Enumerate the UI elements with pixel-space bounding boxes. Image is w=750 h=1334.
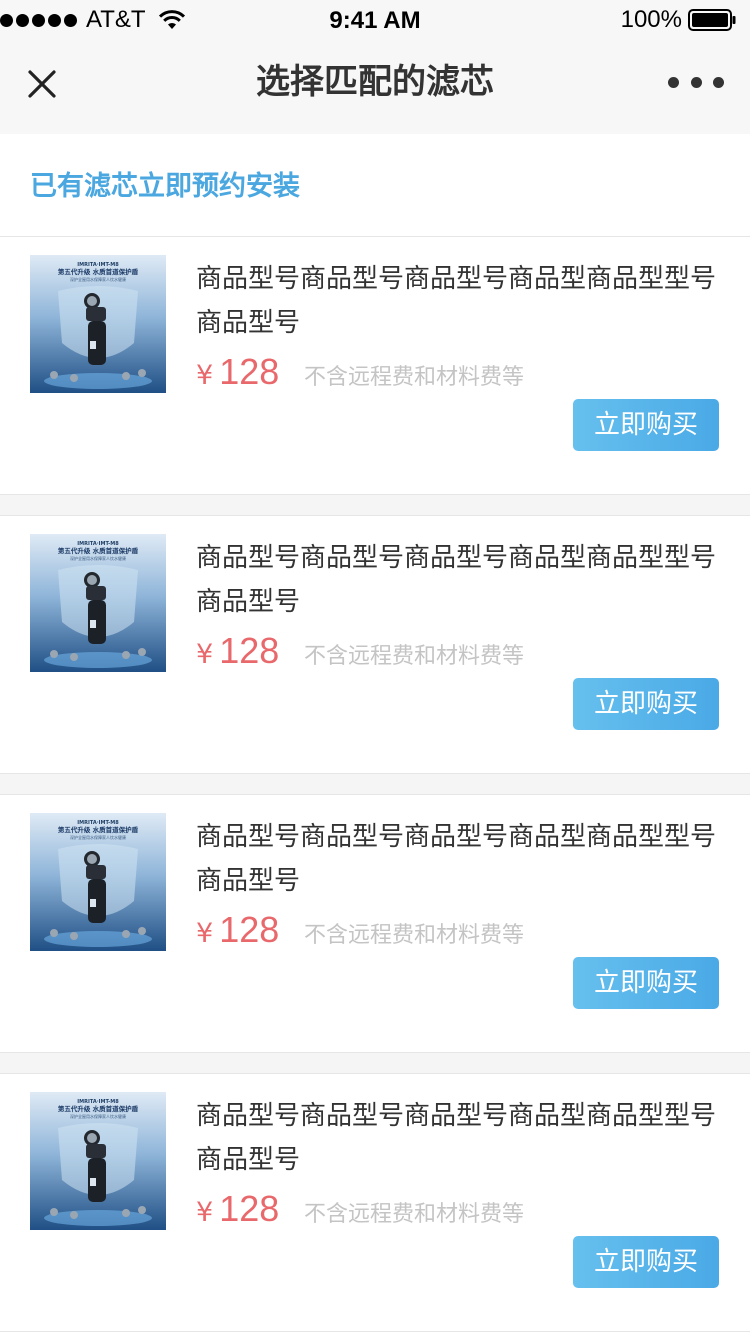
currency-symbol: ¥ [196, 1197, 214, 1228]
currency-symbol: ¥ [196, 360, 214, 391]
booking-section: 已有滤芯立即预约安装 [0, 134, 750, 237]
buy-now-button[interactable]: 立即购买 [573, 1236, 719, 1288]
list-separator [0, 1053, 750, 1074]
product-image[interactable]: IMRITA·IMT-M8 第五代升级 水质首道保护盾 深护全屋用水保障家人饮水… [30, 255, 166, 393]
buy-now-button[interactable]: 立即购买 [573, 678, 719, 730]
product-name[interactable]: 商品型号商品型号商品型号商品型商品型型号商品型号 [196, 257, 716, 345]
battery-icon [688, 9, 736, 31]
svg-text:深护全屋用水保障家人饮水健康: 深护全屋用水保障家人饮水健康 [70, 834, 126, 840]
product-price: ¥ 128 [196, 630, 279, 672]
product-name[interactable]: 商品型号商品型号商品型号商品型商品型型号商品型号 [196, 815, 716, 903]
svg-text:第五代升级 水质首道保护盾: 第五代升级 水质首道保护盾 [58, 267, 139, 276]
buy-now-button[interactable]: 立即购买 [573, 957, 719, 1009]
svg-text:第五代升级 水质首道保护盾: 第五代升级 水质首道保护盾 [58, 825, 139, 834]
price-note: 不含远程费和材料费等 [304, 644, 525, 669]
svg-text:第五代升级 水质首道保护盾: 第五代升级 水质首道保护盾 [58, 546, 139, 555]
product-price: ¥ 128 [196, 351, 279, 393]
product-image[interactable]: IMRITA·IMT-M8 第五代升级 水质首道保护盾 深护全屋用水保障家人饮水… [30, 813, 166, 951]
status-bar: AT&T 9:41 AM 100% [0, 0, 750, 40]
status-right: 100% [621, 0, 736, 40]
more-options-button[interactable] [668, 62, 724, 102]
price-note: 不含远程费和材料费等 [304, 923, 525, 948]
product-name[interactable]: 商品型号商品型号商品型号商品型商品型型号商品型号 [196, 1094, 716, 1182]
svg-text:第五代升级 水质首道保护盾: 第五代升级 水质首道保护盾 [58, 1104, 139, 1113]
list-separator [0, 774, 750, 795]
price-value: 128 [219, 351, 280, 392]
svg-text:深护全屋用水保障家人饮水健康: 深护全屋用水保障家人饮水健康 [70, 276, 126, 282]
product-card: IMRITA·IMT-M8 第五代升级 水质首道保护盾 深护全屋用水保障家人饮水… [0, 795, 750, 1053]
product-image[interactable]: IMRITA·IMT-M8 第五代升级 水质首道保护盾 深护全屋用水保障家人饮水… [30, 534, 166, 672]
page-title: 选择匹配的滤芯 [256, 62, 494, 102]
product-price: ¥ 128 [196, 1188, 279, 1230]
price-value: 128 [219, 630, 280, 671]
filter-product-picture: IMRITA·IMT-M8 第五代升级 水质首道保护盾 深护全屋用水保障家人饮水… [44, 820, 152, 947]
filter-product-picture: IMRITA·IMT-M8 第五代升级 水质首道保护盾 深护全屋用水保障家人饮水… [44, 541, 152, 668]
currency-symbol: ¥ [196, 918, 214, 949]
filter-product-picture: IMRITA·IMT-M8 第五代升级 水质首道保护盾 深护全屋用水保障家人饮水… [44, 262, 152, 389]
product-card: IMRITA·IMT-M8 第五代升级 水质首道保护盾 深护全屋用水保障家人饮水… [0, 516, 750, 774]
svg-text:深护全屋用水保障家人饮水健康: 深护全屋用水保障家人饮水健康 [70, 1113, 126, 1119]
battery-percentage: 100% [620, 6, 682, 33]
price-note: 不含远程费和材料费等 [304, 1202, 525, 1227]
svg-text:深护全屋用水保障家人饮水健康: 深护全屋用水保障家人饮水健康 [70, 555, 126, 561]
product-card: IMRITA·IMT-M8 第五代升级 水质首道保护盾 深护全屋用水保障家人饮水… [0, 237, 750, 495]
product-list: IMRITA·IMT-M8 第五代升级 水质首道保护盾 深护全屋用水保障家人饮水… [0, 237, 750, 1332]
more-dots-icon [668, 76, 679, 88]
buy-now-button[interactable]: 立即购买 [573, 399, 719, 451]
navigation-bar: 选择匹配的滤芯 [0, 40, 750, 134]
product-price: ¥ 128 [196, 909, 279, 951]
currency-symbol: ¥ [196, 639, 214, 670]
list-separator [0, 495, 750, 516]
price-note: 不含远程费和材料费等 [304, 365, 525, 390]
price-value: 128 [219, 1188, 280, 1229]
product-image[interactable]: IMRITA·IMT-M8 第五代升级 水质首道保护盾 深护全屋用水保障家人饮水… [30, 1092, 166, 1230]
book-installation-link[interactable]: 已有滤芯立即预约安装 [30, 164, 300, 203]
filter-product-picture: IMRITA·IMT-M8 第五代升级 水质首道保护盾 深护全屋用水保障家人饮水… [44, 1099, 152, 1226]
price-value: 128 [219, 909, 280, 950]
product-card: IMRITA·IMT-M8 第五代升级 水质首道保护盾 深护全屋用水保障家人饮水… [0, 1074, 750, 1332]
product-name[interactable]: 商品型号商品型号商品型号商品型商品型型号商品型号 [196, 536, 716, 624]
